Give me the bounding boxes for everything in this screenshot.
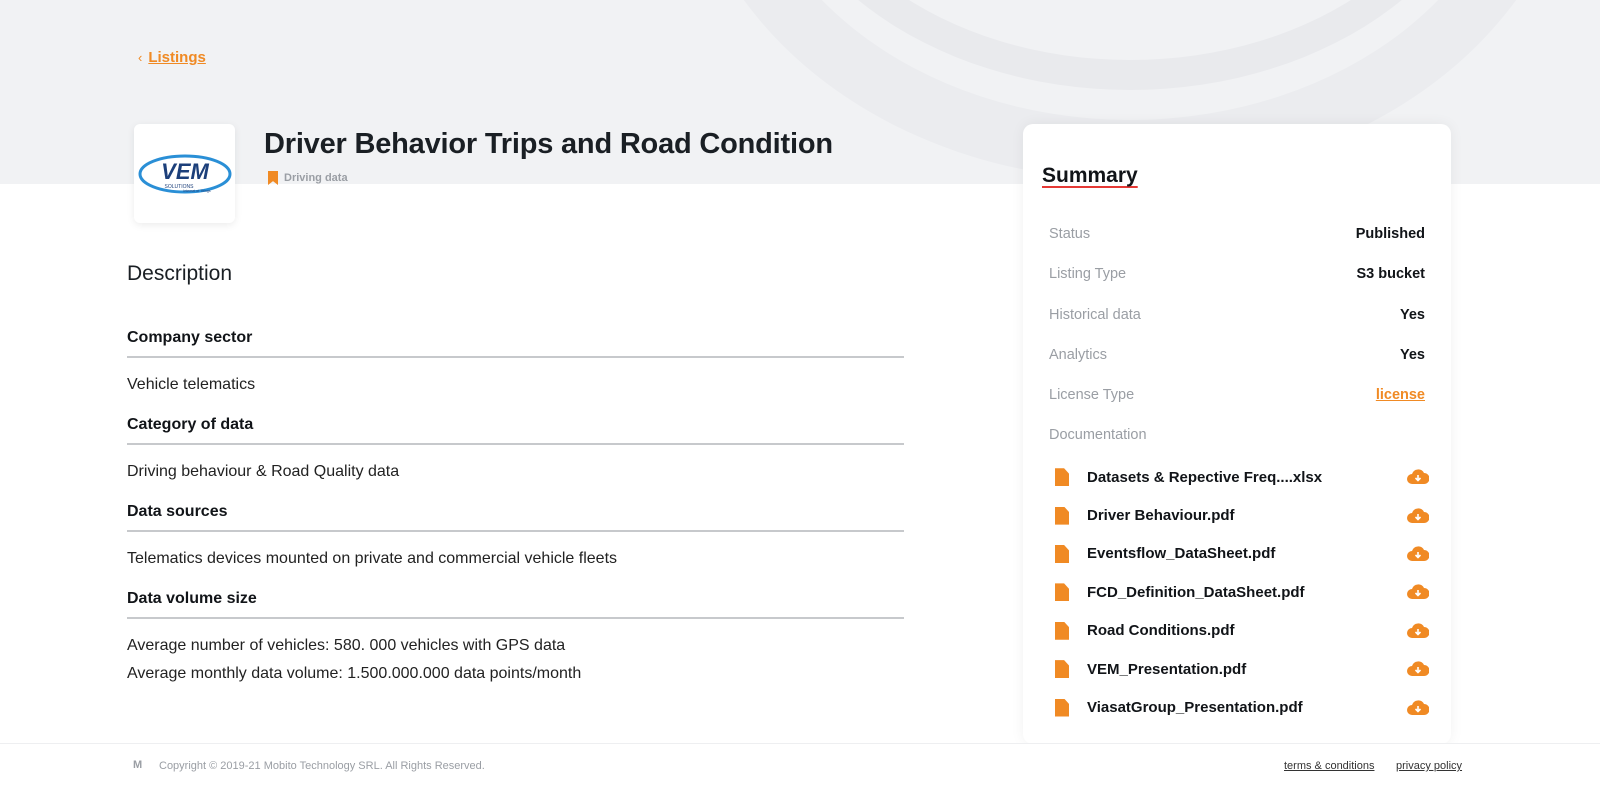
summary-row-status: Status Published (1049, 214, 1425, 254)
document-name: Driver Behaviour.pdf (1087, 507, 1235, 525)
document-name: Datasets & Repective Freq....xlsx (1087, 468, 1323, 486)
summary-key: License Type (1049, 387, 1135, 404)
documents-list: Datasets & Repective Freq....xlsx Driver… (1049, 458, 1429, 727)
summary-row-license-type: License Type license (1049, 375, 1425, 415)
field-value-line: Average monthly data volume: 1.500.000.0… (127, 665, 582, 682)
file-icon (1055, 468, 1069, 487)
cloud-download-icon[interactable] (1407, 546, 1429, 562)
documentation-label: Documentation (1049, 427, 1147, 444)
field-label: Category of data (127, 416, 904, 445)
summary-key: Status (1049, 226, 1091, 243)
field-label: Data sources (127, 503, 904, 532)
file-icon (1055, 544, 1069, 563)
category-tag: Driving data (268, 171, 348, 185)
field-value: Average number of vehicles: 580. 000 veh… (127, 619, 904, 688)
summary-key: Historical data (1049, 306, 1141, 323)
document-name: Eventsflow_DataSheet.pdf (1087, 545, 1276, 563)
field-label: Data volume size (127, 590, 904, 619)
mobito-logo: M (133, 759, 143, 771)
summary-row-historical-data: Historical data Yes (1049, 295, 1425, 335)
license-link[interactable]: license (1376, 387, 1425, 403)
summary-rows: Status Published Listing Type S3 bucket … (1049, 214, 1425, 455)
file-icon (1055, 698, 1069, 717)
back-link-label: Listings (148, 49, 206, 66)
document-item[interactable]: Datasets & Repective Freq....xlsx (1049, 458, 1429, 496)
description-title: Description (127, 262, 233, 285)
field-company-sector: Company sector Vehicle telematics (127, 329, 904, 399)
document-item[interactable]: ViasatGroup_Presentation.pdf (1049, 688, 1429, 726)
field-data-volume-size: Data volume size Average number of vehic… (127, 590, 904, 688)
field-label: Company sector (127, 329, 904, 358)
vem-logo-icon: VEM SOLUTIONS Internet of Things (138, 154, 231, 193)
summary-key: Listing Type (1049, 266, 1127, 283)
field-value: Driving behaviour & Road Quality data (127, 463, 400, 480)
document-item[interactable]: Road Conditions.pdf (1049, 612, 1429, 650)
cloud-download-icon[interactable] (1407, 469, 1429, 485)
cloud-download-icon[interactable] (1407, 584, 1429, 600)
document-item[interactable]: Eventsflow_DataSheet.pdf (1049, 535, 1429, 573)
document-name: FCD_Definition_DataSheet.pdf (1087, 583, 1305, 601)
category-label: Driving data (284, 172, 348, 184)
field-data-sources: Data sources Telematics devices mounted … (127, 503, 904, 573)
document-name: Road Conditions.pdf (1087, 622, 1235, 640)
summary-value: S3 bucket (1356, 266, 1426, 283)
field-category-of-data: Category of data Driving behaviour & Roa… (127, 416, 904, 486)
summary-value: Yes (1400, 347, 1425, 364)
summary-title: Summary (1042, 164, 1138, 187)
summary-card: Summary Status Published Listing Type S3… (1023, 124, 1451, 744)
cloud-download-icon[interactable] (1407, 623, 1429, 639)
company-logo: VEM SOLUTIONS Internet of Things (134, 124, 235, 223)
field-value: Vehicle telematics (127, 376, 256, 393)
field-value-line: Average number of vehicles: 580. 000 veh… (127, 637, 566, 654)
document-name: VEM_Presentation.pdf (1087, 660, 1247, 678)
summary-key: Analytics (1049, 347, 1108, 364)
file-icon (1055, 621, 1069, 640)
privacy-link[interactable]: privacy policy (1396, 760, 1462, 772)
back-to-listings-link[interactable]: ‹ Listings (138, 49, 206, 66)
document-item[interactable]: Driver Behaviour.pdf (1049, 496, 1429, 534)
file-icon (1055, 660, 1069, 679)
bookmark-icon (268, 171, 278, 185)
file-icon (1055, 506, 1069, 525)
document-item[interactable]: VEM_Presentation.pdf (1049, 650, 1429, 688)
copyright-text: Copyright © 2019-21 Mobito Technology SR… (159, 760, 485, 772)
footer: M Copyright © 2019-21 Mobito Technology … (0, 743, 1600, 790)
summary-row-analytics: Analytics Yes (1049, 335, 1425, 375)
svg-text:VEM: VEM (161, 159, 209, 184)
file-icon (1055, 583, 1069, 602)
document-item[interactable]: FCD_Definition_DataSheet.pdf (1049, 573, 1429, 611)
cloud-download-icon[interactable] (1407, 508, 1429, 524)
document-name: ViasatGroup_Presentation.pdf (1087, 699, 1303, 717)
terms-link[interactable]: terms & conditions (1284, 760, 1374, 772)
description-section: Description Company sector Vehicle telem… (127, 262, 904, 705)
cloud-download-icon[interactable] (1407, 699, 1429, 716)
svg-text:Internet of Things: Internet of Things (183, 189, 210, 193)
chevron-left-icon: ‹ (138, 50, 143, 65)
summary-value: Published (1355, 226, 1425, 243)
listing-title: Driver Behavior Trips and Road Condition (264, 128, 833, 160)
field-value: Telematics devices mounted on private an… (127, 550, 618, 567)
summary-row-listing-type: Listing Type S3 bucket (1049, 254, 1425, 294)
cloud-download-icon[interactable] (1407, 661, 1429, 677)
summary-value: Yes (1400, 306, 1425, 323)
